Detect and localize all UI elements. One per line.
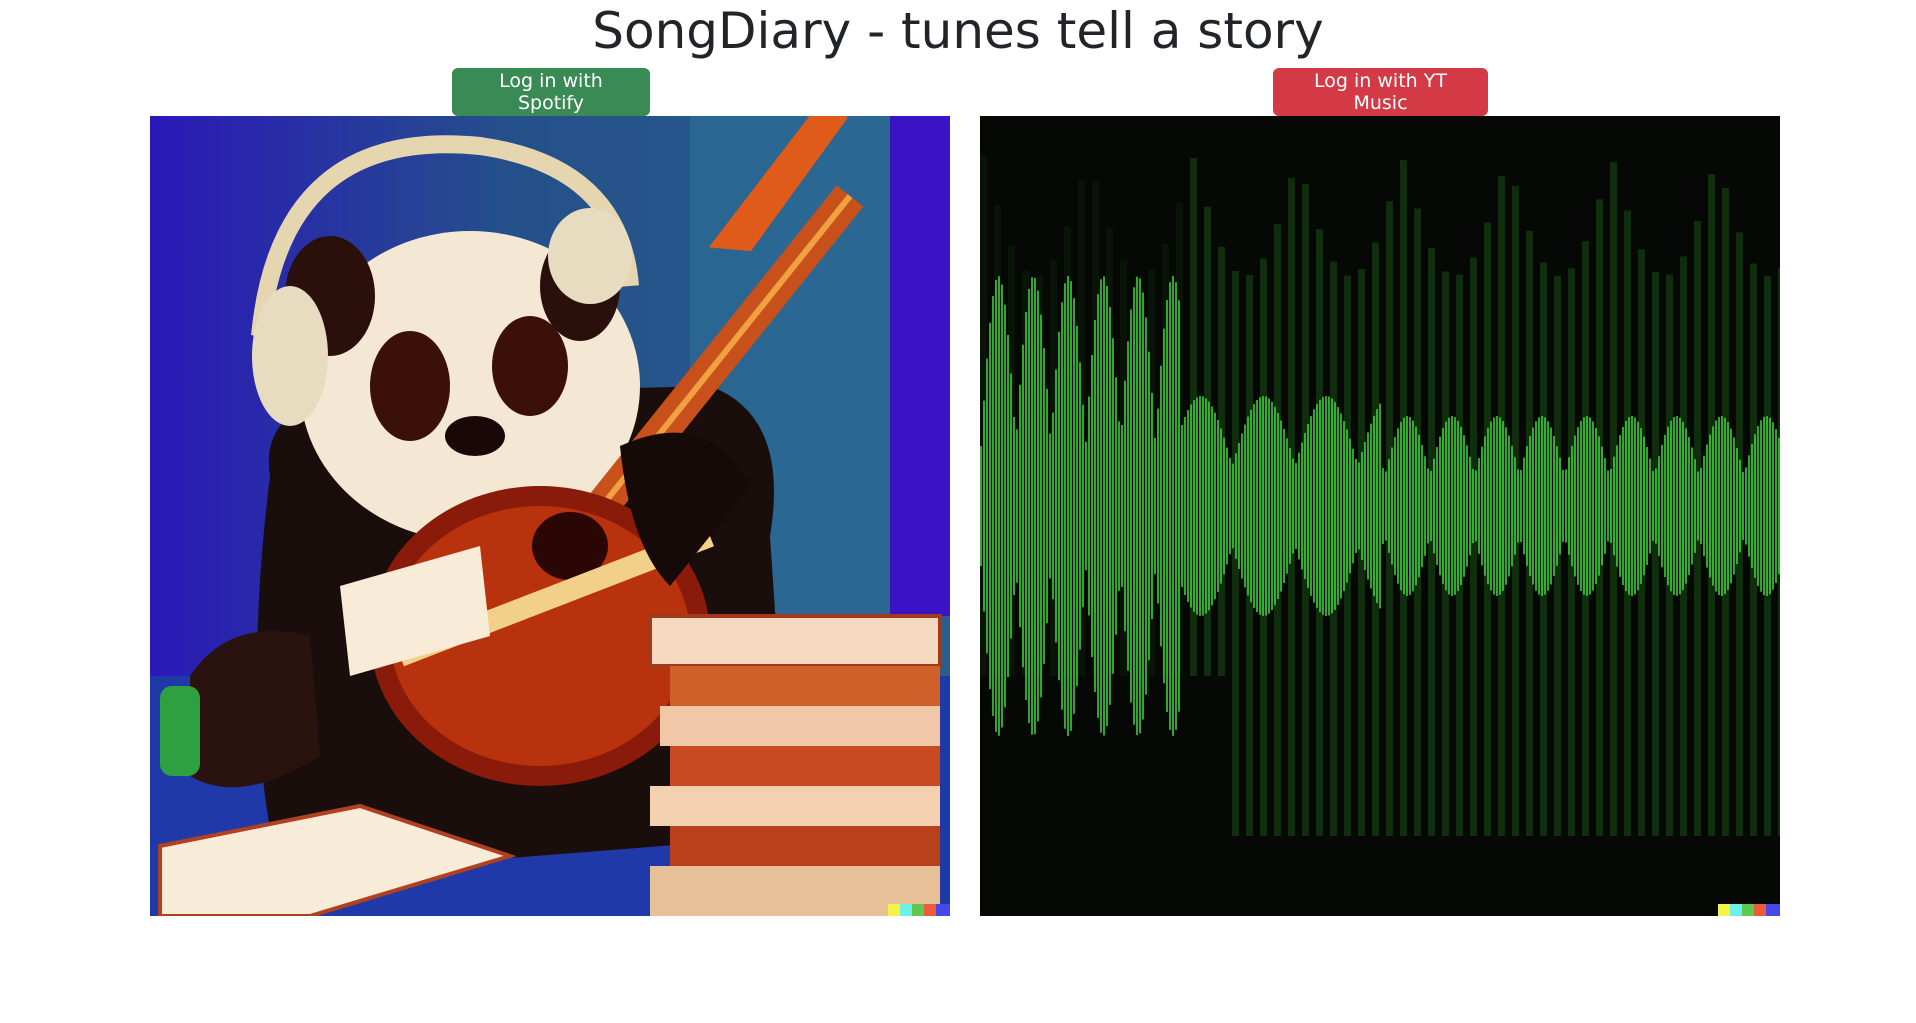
yt-music-login-button[interactable]: Log in with YT Music bbox=[1273, 68, 1488, 116]
waveform-image bbox=[980, 116, 1780, 916]
page-title: SongDiary - tunes tell a story bbox=[592, 2, 1324, 60]
panda-guitar-image bbox=[150, 116, 950, 916]
page: SongDiary - tunes tell a story Log in wi… bbox=[0, 0, 1916, 1023]
spotify-login-button[interactable]: Log in with Spotify bbox=[452, 68, 650, 116]
